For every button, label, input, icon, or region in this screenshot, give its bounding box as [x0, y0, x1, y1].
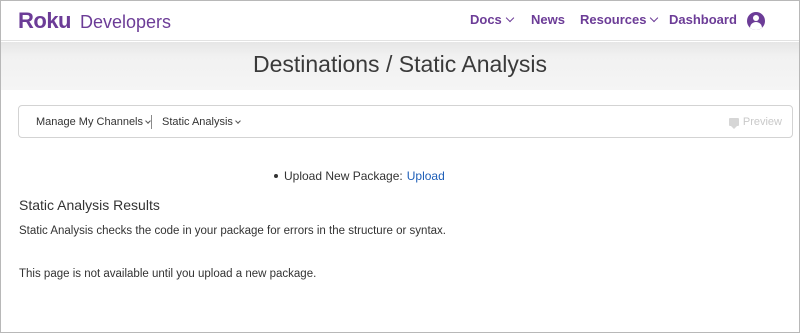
upload-package-label: Upload New Package: [284, 169, 403, 183]
upload-package-item: Upload New Package: Upload [274, 169, 445, 183]
breadcrumb-divider [151, 115, 152, 129]
page-frame: Roku Developers Docs News Resources Dash… [0, 0, 800, 333]
user-account-icon[interactable] [747, 12, 765, 30]
user-body-shape [750, 22, 762, 30]
chevron-down-icon [505, 13, 515, 22]
page-header: Destinations / Static Analysis [1, 42, 799, 90]
nav-dashboard[interactable]: Dashboard [669, 12, 737, 27]
roku-logo: Roku [18, 8, 72, 33]
breadcrumb-static-analysis-label: Static Analysis [162, 116, 233, 128]
roku-developers-logo[interactable]: Roku Developers [18, 8, 171, 34]
nav-resources-label: Resources [580, 12, 647, 27]
top-nav: Roku Developers Docs News Resources Dash… [1, 1, 799, 41]
unavailable-notice: This page is not available until you upl… [19, 268, 317, 280]
nav-dashboard-label: Dashboard [669, 12, 737, 27]
breadcrumb-static-analysis[interactable]: Static Analysis [162, 116, 241, 128]
nav-docs[interactable]: Docs [470, 12, 515, 27]
preview-label: Preview [742, 116, 782, 128]
breadcrumb-manage-channels[interactable]: Manage My Channels [36, 116, 151, 128]
results-heading: Static Analysis Results [19, 197, 160, 213]
nav-news[interactable]: News [531, 12, 565, 27]
nav-docs-label: Docs [470, 12, 502, 27]
page-title: Destinations / Static Analysis [252, 51, 548, 77]
developers-label: Developers [80, 12, 172, 32]
caret-down-icon [145, 117, 151, 124]
preview-button[interactable]: Preview [728, 116, 782, 129]
bullet-icon [274, 174, 278, 178]
chevron-down-icon [650, 13, 659, 22]
user-head-shape [753, 15, 759, 21]
breadcrumb-bar: Manage My Channels Static Analysis Previ… [18, 105, 793, 138]
caret-down-icon [235, 117, 241, 124]
results-description: Static Analysis checks the code in your … [19, 225, 446, 237]
chat-bubble-icon [728, 118, 739, 129]
nav-resources[interactable]: Resources [580, 12, 659, 27]
upload-link[interactable]: Upload [407, 169, 445, 183]
nav-news-label: News [531, 12, 565, 27]
breadcrumb-manage-channels-label: Manage My Channels [36, 116, 144, 128]
